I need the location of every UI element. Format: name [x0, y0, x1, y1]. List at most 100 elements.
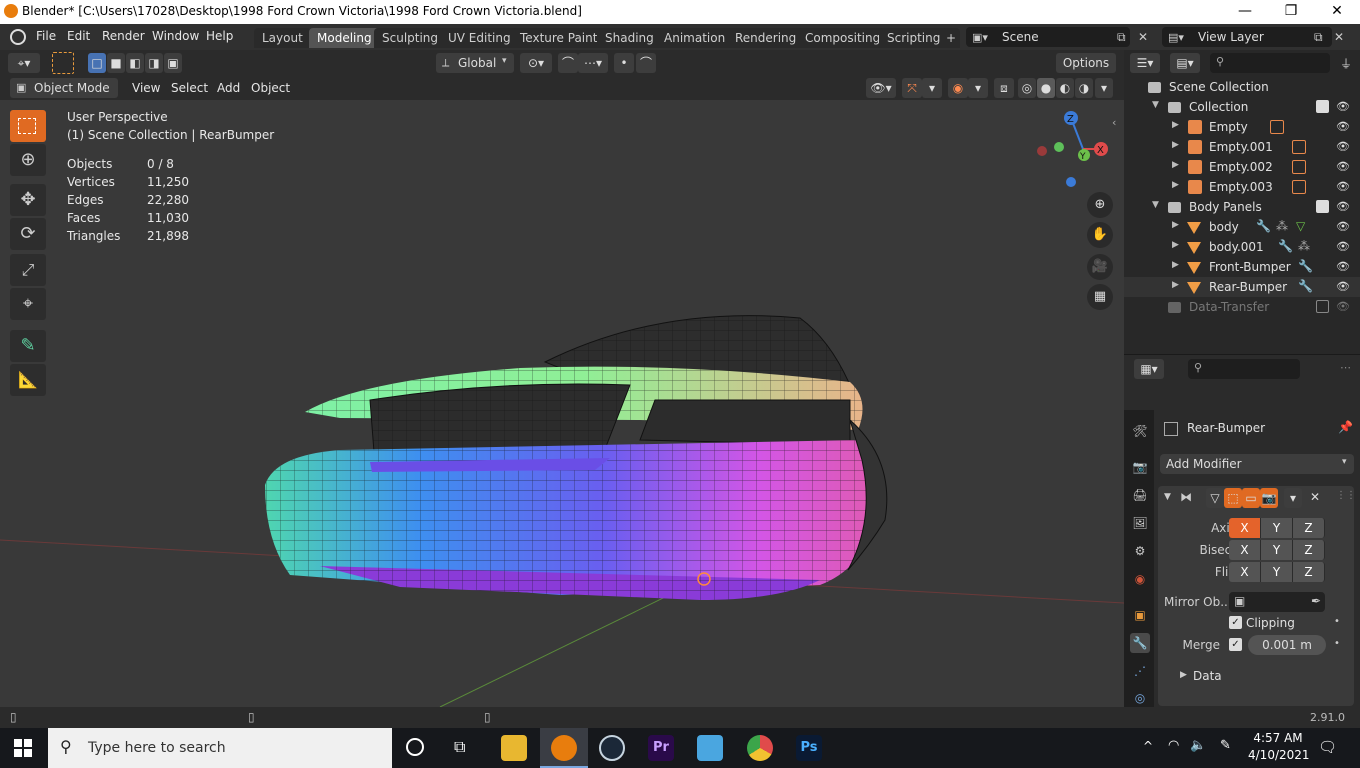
eye-icon[interactable]: 👁	[1336, 280, 1350, 293]
data-subpanel-label[interactable]: Data	[1193, 669, 1222, 683]
mode-intersect-icon[interactable]: ▣	[164, 53, 182, 73]
falloff-icon[interactable]: ⌒	[636, 53, 656, 73]
delete-scene-icon[interactable]: ✕	[1138, 30, 1148, 44]
menu-window[interactable]: Window	[152, 29, 199, 43]
eye-icon[interactable]: 👁	[1336, 200, 1350, 213]
outliner-item-row[interactable]: ▶ Empty 👁	[1124, 117, 1360, 137]
world-tab-icon[interactable]: ◉	[1130, 569, 1150, 589]
eye-icon[interactable]: 👁	[1336, 160, 1350, 173]
object-tab-icon[interactable]: ▣	[1130, 605, 1150, 625]
scene-selector[interactable]: Scene	[966, 27, 1130, 47]
solid-shading-icon[interactable]: ●	[1037, 78, 1055, 98]
render-icon[interactable]: 📷	[1260, 488, 1278, 508]
gizmo-dropdown-icon[interactable]: ▾	[922, 78, 942, 98]
taskbar-time[interactable]: 4:57 AM	[1250, 731, 1306, 745]
pan-hand-icon[interactable]: ✋	[1087, 222, 1113, 248]
navigation-gizmo[interactable]: Z X Y	[1037, 111, 1108, 187]
menu-object[interactable]: Object	[251, 81, 290, 95]
outliner-item-row-active[interactable]: ▶ Rear-Bumper 🔧 👁	[1124, 277, 1360, 297]
menu-file[interactable]: File	[36, 29, 56, 43]
edit-mode-icon[interactable]: ▽	[1206, 488, 1224, 508]
photoshop-icon[interactable]: Ps	[796, 735, 822, 761]
eye-icon[interactable]: 👁	[1336, 300, 1350, 313]
render-tab-icon[interactable]: 📷	[1130, 457, 1150, 477]
display-mode-icon[interactable]: ▤▾	[1170, 53, 1200, 73]
tab-compositing[interactable]: Compositing	[797, 28, 889, 48]
particles-tab-icon[interactable]: ⋰	[1130, 661, 1150, 681]
viewport-display-icon[interactable]: ▭	[1242, 488, 1260, 508]
cursor-tool-icon[interactable]: ⊕	[10, 144, 46, 176]
eye-icon[interactable]: 👁	[1336, 240, 1350, 253]
shading-dropdown-icon[interactable]: ▾	[1095, 78, 1113, 98]
eye-icon[interactable]: 👁	[1336, 260, 1350, 273]
expand-arrow-icon[interactable]: ▶	[1180, 670, 1187, 680]
cage-icon[interactable]: ⬚	[1224, 488, 1242, 508]
tab-rendering[interactable]: Rendering	[727, 28, 805, 48]
outliner-collection-row[interactable]: ▼ Body Panels 👁	[1124, 197, 1360, 217]
properties-search-input[interactable]	[1188, 359, 1300, 379]
maximize-button[interactable]: ❐	[1268, 0, 1314, 24]
network-icon[interactable]: ◠	[1168, 738, 1179, 753]
pivot-point-icon[interactable]: ⊙▾	[520, 53, 552, 73]
eye-icon[interactable]: 👁	[1336, 220, 1350, 233]
add-workspace-button[interactable]: +	[942, 28, 961, 48]
tab-layout[interactable]: Layout	[254, 28, 311, 48]
task-view-icon[interactable]: ⧉	[454, 737, 465, 757]
add-modifier-dropdown[interactable]: Add Modifier	[1160, 454, 1354, 474]
expand-arrow-icon[interactable]: ▶	[1172, 140, 1179, 150]
menu-select[interactable]: Select	[171, 81, 208, 95]
eye-icon[interactable]: 👁	[1336, 180, 1350, 193]
outliner-item-row[interactable]: ▶ Front-Bumper 🔧 👁	[1124, 257, 1360, 277]
flip-x-toggle[interactable]: X	[1229, 562, 1261, 582]
notifications-icon[interactable]: 🗨	[1318, 738, 1337, 756]
windows-start-icon[interactable]	[14, 739, 32, 757]
xray-icon[interactable]: ⧈	[994, 78, 1014, 98]
expand-arrow-icon[interactable]: ▶	[1172, 120, 1179, 130]
mode-extend-icon[interactable]: ■	[107, 53, 125, 73]
clipping-checkbox[interactable]: ✓	[1229, 616, 1242, 629]
output-tab-icon[interactable]: 🖨	[1130, 485, 1150, 505]
material-shading-icon[interactable]: ◐	[1056, 78, 1074, 98]
collapse-arrow-icon[interactable]: ▼	[1152, 100, 1159, 110]
rotate-tool-icon[interactable]: ⟳	[10, 218, 46, 250]
modifier-tab-icon[interactable]: 🔧	[1130, 633, 1150, 653]
filter-icon[interactable]: ⏚	[1340, 55, 1352, 72]
expand-arrow-icon[interactable]: ▶	[1172, 180, 1179, 190]
axis-x-toggle[interactable]: X	[1229, 518, 1261, 538]
collapse-arrow-icon[interactable]: ▼	[1164, 492, 1171, 502]
select-box-tool-icon[interactable]	[52, 52, 74, 74]
keyframe-dot-icon[interactable]: •	[1334, 616, 1340, 627]
expand-arrow-icon[interactable]: ▶	[1172, 280, 1179, 290]
chrome-icon[interactable]	[747, 735, 773, 761]
mode-subtract-icon[interactable]: ◧	[126, 53, 144, 73]
rendered-shading-icon[interactable]: ◑	[1075, 78, 1093, 98]
tab-scripting[interactable]: Scripting	[879, 28, 949, 48]
outliner-item-row[interactable]: ▶ body.001 🔧 ⁂ 👁	[1124, 237, 1360, 257]
drag-handle-icon[interactable]: ⋮⋮	[1336, 490, 1356, 501]
bisect-z-toggle[interactable]: Z	[1293, 540, 1325, 560]
overlays-icon[interactable]: ◉	[948, 78, 968, 98]
tab-uv-editing[interactable]: UV Editing	[440, 28, 519, 48]
expand-arrow-icon[interactable]: ▶	[1172, 160, 1179, 170]
collapse-arrow-icon[interactable]: ▼	[1152, 200, 1159, 210]
collection-checkbox[interactable]	[1316, 200, 1329, 213]
bisect-x-toggle[interactable]: X	[1229, 540, 1261, 560]
overlays-dropdown-icon[interactable]: ▾	[968, 78, 988, 98]
menu-add[interactable]: Add	[217, 81, 240, 95]
sidebar-toggle-icon[interactable]: ‹	[1112, 116, 1116, 129]
outliner-collection-row[interactable]: ▼ Collection 👁	[1124, 97, 1360, 117]
outliner-item-row[interactable]: ▶ Empty.003 👁	[1124, 177, 1360, 197]
remove-modifier-icon[interactable]: ✕	[1310, 490, 1320, 504]
photos-icon[interactable]	[697, 735, 723, 761]
properties-editor-type-icon[interactable]: ▦▾	[1134, 359, 1164, 379]
gizmo-icon[interactable]: ⤧	[902, 78, 922, 98]
mode-invert-icon[interactable]: ◨	[145, 53, 163, 73]
merge-checkbox[interactable]: ✓	[1229, 638, 1242, 651]
view-layer-selector[interactable]: View Layer	[1162, 27, 1332, 47]
pin-icon[interactable]: 📌	[1338, 420, 1353, 434]
zoom-icon[interactable]: ⊕	[1087, 192, 1113, 218]
outliner-item-row[interactable]: ▶ Empty.002 👁	[1124, 157, 1360, 177]
file-explorer-icon[interactable]	[501, 735, 527, 761]
flip-y-toggle[interactable]: Y	[1261, 562, 1293, 582]
scale-tool-icon[interactable]: ⤢	[10, 254, 46, 286]
